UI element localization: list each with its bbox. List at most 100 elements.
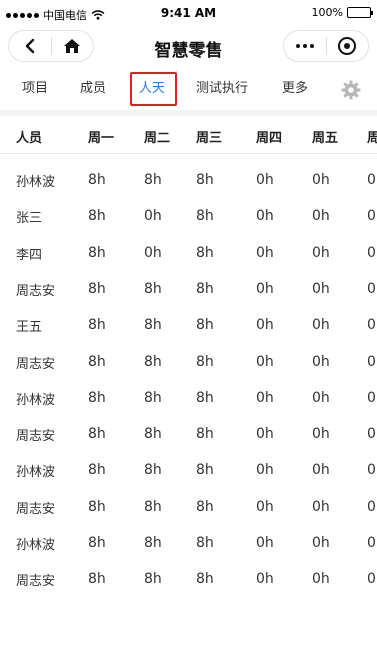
table-row[interactable]: 周志安 8h 8h 8h 0h 0h 0h xyxy=(0,489,377,525)
table-row[interactable]: 周志安 8h 8h 8h 0h 0h 0h xyxy=(0,344,377,380)
battery-percent: 100% xyxy=(311,6,343,19)
person-name: 周志安 xyxy=(16,356,56,372)
hours-cell-fri: 0h xyxy=(312,208,330,225)
table-row[interactable]: 周志安 8h 8h 8h 0h 0h 0h xyxy=(0,416,377,452)
person-name: 周志安 xyxy=(16,574,56,590)
hours-cell-thu: 0h xyxy=(256,317,274,334)
hours-cell-fri: 0h xyxy=(312,571,330,588)
hours-cell-fri: 0h xyxy=(312,426,330,443)
back-arrow-icon xyxy=(25,38,34,54)
person-name: 李四 xyxy=(16,247,43,263)
hours-cell-sat: 0h xyxy=(367,353,377,370)
person-name: 王五 xyxy=(16,320,43,336)
more-button[interactable] xyxy=(284,31,326,61)
header-thu: 周四 xyxy=(256,131,283,146)
hours-cell-thu: 0h xyxy=(256,208,274,225)
tab-bar: 项目 成员 人天 测试执行 更多 xyxy=(0,70,377,110)
table-row[interactable]: 周志安 8h 8h 8h 0h 0h 0h xyxy=(0,561,377,597)
tab-test-execution[interactable]: 测试执行 xyxy=(196,78,248,100)
status-bar: 中国电信 9:41 AM 100% xyxy=(0,0,377,26)
hours-cell-tue: 8h xyxy=(144,535,162,551)
hours-cell-mon: 8h xyxy=(88,571,106,588)
home-button[interactable] xyxy=(52,31,94,61)
hours-cell-thu: 0h xyxy=(256,462,274,479)
hours-cell-thu: 0h xyxy=(256,535,274,551)
hours-cell-mon: 8h xyxy=(88,389,106,406)
table-row[interactable]: 李四 8h 0h 8h 0h 0h 0h xyxy=(0,235,377,271)
gear-icon[interactable] xyxy=(341,80,361,100)
hours-cell-sat: 0h xyxy=(367,244,377,261)
hours-cell-thu: 0h xyxy=(256,571,274,588)
hours-cell-fri: 0h xyxy=(312,353,330,370)
hours-cell-fri: 0h xyxy=(312,280,330,297)
table-row[interactable]: 孙林波 8h 8h 8h 0h 0h 0h xyxy=(0,452,377,488)
home-icon xyxy=(64,39,81,53)
hours-cell-sat: 0h xyxy=(367,208,377,225)
person-name: 周志安 xyxy=(16,429,56,445)
hours-cell-mon: 8h xyxy=(88,462,106,479)
hours-cell-thu: 0h xyxy=(256,426,274,443)
nav-bar: 智慧零售 xyxy=(0,26,377,70)
hours-cell-thu: 0h xyxy=(256,280,274,297)
person-name: 周志安 xyxy=(16,501,56,517)
hours-cell-sat: 0h xyxy=(367,317,377,334)
hours-cell-fri: 0h xyxy=(312,535,330,551)
active-tab-highlight xyxy=(130,72,177,106)
hours-cell-fri: 0h xyxy=(312,317,330,334)
hours-cell-thu: 0h xyxy=(256,172,274,188)
status-right: 100% xyxy=(311,6,373,19)
hours-cell-wed: 8h xyxy=(196,498,214,515)
tab-members[interactable]: 成员 xyxy=(80,78,106,100)
header-fri: 周五 xyxy=(312,131,339,146)
hours-cell-mon: 8h xyxy=(88,498,106,515)
hours-cell-mon: 8h xyxy=(88,280,106,297)
header-sat: 周 xyxy=(367,131,377,146)
person-name: 孙林波 xyxy=(16,392,56,408)
hours-cell-thu: 0h xyxy=(256,389,274,406)
hours-cell-wed: 8h xyxy=(196,353,214,370)
hours-cell-fri: 0h xyxy=(312,244,330,261)
table-row[interactable]: 孙林波 8h 8h 8h 0h 0h 0h xyxy=(0,162,377,198)
hours-cell-sat: 0h xyxy=(367,280,377,297)
hours-cell-mon: 8h xyxy=(88,317,106,334)
person-days-table: 人员 周一 周二 周三 周四 周五 周 孙林波 8h 8h 8h 0h 0h 0h 张三 8h 0h 8h 0h 0… xyxy=(0,116,377,666)
close-miniapp-button[interactable] xyxy=(327,31,369,61)
hours-cell-wed: 8h xyxy=(196,571,214,588)
hours-cell-sat: 0h xyxy=(367,498,377,515)
hours-cell-thu: 0h xyxy=(256,353,274,370)
hours-cell-fri: 0h xyxy=(312,462,330,479)
table-row[interactable]: 张三 8h 0h 8h 0h 0h 0h xyxy=(0,198,377,234)
tab-more[interactable]: 更多 xyxy=(282,78,308,100)
hours-cell-wed: 8h xyxy=(196,462,214,479)
hours-cell-tue: 8h xyxy=(144,172,162,188)
table-row[interactable]: 王五 8h 8h 8h 0h 0h 0h xyxy=(0,307,377,343)
hours-cell-tue: 8h xyxy=(144,498,162,515)
hours-cell-mon: 8h xyxy=(88,353,106,370)
hours-cell-tue: 8h xyxy=(144,462,162,479)
hours-cell-sat: 0h xyxy=(367,462,377,479)
hours-cell-wed: 8h xyxy=(196,426,214,443)
hours-cell-tue: 8h xyxy=(144,571,162,588)
table-row[interactable]: 周志安 8h 8h 8h 0h 0h 0h xyxy=(0,271,377,307)
hours-cell-wed: 8h xyxy=(196,208,214,225)
hours-cell-mon: 8h xyxy=(88,172,106,188)
hours-cell-fri: 0h xyxy=(312,172,330,188)
hours-cell-wed: 8h xyxy=(196,172,214,188)
tab-projects[interactable]: 项目 xyxy=(22,78,48,100)
hours-cell-thu: 0h xyxy=(256,498,274,515)
person-name: 周志安 xyxy=(16,283,56,299)
hours-cell-wed: 8h xyxy=(196,317,214,334)
table-row[interactable]: 孙林波 8h 8h 8h 0h 0h 0h xyxy=(0,380,377,416)
hours-cell-wed: 8h xyxy=(196,244,214,261)
back-button[interactable] xyxy=(9,31,51,61)
person-name: 孙林波 xyxy=(16,175,56,190)
hours-cell-thu: 0h xyxy=(256,244,274,261)
hours-cell-tue: 8h xyxy=(144,353,162,370)
header-wed: 周三 xyxy=(196,131,223,146)
nav-capsule-right xyxy=(283,30,369,62)
table-row[interactable]: 孙林波 8h 8h 8h 0h 0h 0h xyxy=(0,525,377,561)
hours-cell-mon: 8h xyxy=(88,244,106,261)
hours-cell-tue: 8h xyxy=(144,317,162,334)
hours-cell-sat: 0h xyxy=(367,571,377,588)
hours-cell-tue: 8h xyxy=(144,426,162,443)
